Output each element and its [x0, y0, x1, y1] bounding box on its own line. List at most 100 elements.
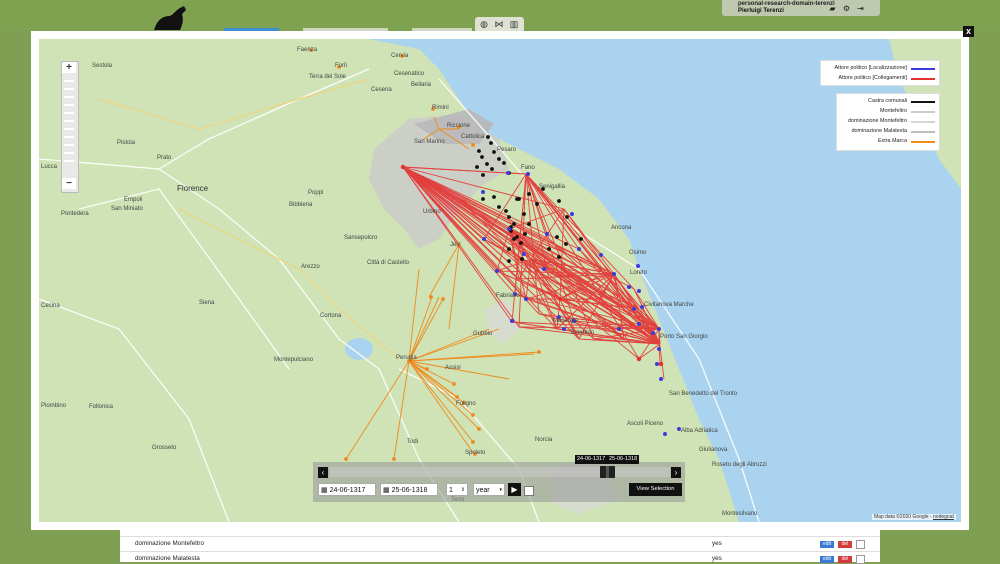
step-stepper[interactable]: 1 ⇕: [446, 483, 468, 496]
logo-icon[interactable]: [152, 4, 188, 30]
actor-dot[interactable]: [651, 331, 655, 335]
castrum-dot[interactable]: [523, 232, 527, 236]
chat-icon[interactable]: ▰: [828, 4, 837, 13]
castrum-dot[interactable]: [507, 247, 511, 251]
attribution-link[interactable]: nodegoat: [933, 514, 954, 520]
close-button[interactable]: x: [963, 26, 974, 37]
timeline-next-button[interactable]: ›: [671, 467, 681, 478]
castrum-dot[interactable]: [547, 247, 551, 251]
castrum-dot[interactable]: [535, 202, 539, 206]
timeline-track[interactable]: [330, 467, 670, 477]
actor-dot[interactable]: [524, 297, 528, 301]
stepper-arrows-icon[interactable]: ⇕: [461, 484, 465, 497]
actor-dot[interactable]: [542, 267, 546, 271]
extra-marca-dot[interactable]: [471, 413, 475, 417]
delete-button[interactable]: del: [838, 541, 852, 548]
actor-dot[interactable]: [612, 272, 616, 276]
castrum-dot[interactable]: [480, 155, 484, 159]
castrum-dot[interactable]: [557, 199, 561, 203]
extra-marca-dot[interactable]: [471, 143, 475, 147]
actor-dot[interactable]: [637, 289, 641, 293]
castrum-dot[interactable]: [579, 237, 583, 241]
actor-dot[interactable]: [659, 377, 663, 381]
actor-dot[interactable]: [655, 362, 659, 366]
castrum-dot[interactable]: [512, 237, 516, 241]
actor-dot[interactable]: [481, 190, 485, 194]
extra-marca-dot[interactable]: [452, 382, 456, 386]
castrum-dot[interactable]: [507, 259, 511, 263]
extra-marca-dot[interactable]: [477, 427, 481, 431]
actor-dot[interactable]: [617, 327, 621, 331]
castrum-dot[interactable]: [492, 150, 496, 154]
actor-dot[interactable]: [562, 327, 566, 331]
actor-dot[interactable]: [599, 253, 603, 257]
castrum-dot[interactable]: [507, 215, 511, 219]
castrum-dot[interactable]: [527, 222, 531, 226]
actor-dot[interactable]: [545, 232, 549, 236]
extra-marca-dot[interactable]: [537, 350, 541, 354]
castrum-dot[interactable]: [565, 215, 569, 219]
extra-marca-dot[interactable]: [471, 440, 475, 444]
castrum-dot[interactable]: [564, 242, 568, 246]
castrum-dot[interactable]: [477, 149, 481, 153]
actor-dot[interactable]: [657, 347, 661, 351]
globe-icon[interactable]: ◍: [478, 18, 490, 30]
castrum-dot[interactable]: [557, 255, 561, 259]
zoom-in-button[interactable]: +: [62, 62, 76, 73]
castrum-dot[interactable]: [520, 257, 524, 261]
actor-dot[interactable]: [658, 361, 664, 367]
castrum-dot[interactable]: [481, 173, 485, 177]
extra-marca-dot[interactable]: [455, 395, 459, 399]
actor-dot[interactable]: [570, 212, 574, 216]
extra-marca-dot[interactable]: [344, 457, 348, 461]
castrum-dot[interactable]: [555, 235, 559, 239]
castrum-dot[interactable]: [504, 209, 508, 213]
actor-dot[interactable]: [506, 171, 510, 175]
castrum-dot[interactable]: [497, 205, 501, 209]
map-canvas[interactable]: Faenza Forlì Cervia Cesenatico Bellaria Terra…: [39, 39, 961, 522]
chart-icon[interactable]: ▥: [508, 18, 520, 30]
actor-dot[interactable]: [522, 252, 526, 256]
view-selection-button[interactable]: View Selection: [629, 483, 682, 496]
castrum-dot[interactable]: [502, 161, 506, 165]
castrum-dot[interactable]: [497, 157, 501, 161]
castrum-dot[interactable]: [486, 135, 490, 139]
end-date-input[interactable]: ▦ 25-06-1318: [380, 483, 438, 496]
actor-dot[interactable]: [510, 319, 514, 323]
row-checkbox[interactable]: [856, 540, 865, 549]
actor-dot[interactable]: [632, 307, 636, 311]
actor-dot[interactable]: [526, 172, 530, 176]
extra-marca-dot[interactable]: [392, 457, 396, 461]
castrum-dot[interactable]: [485, 162, 489, 166]
actor-dot[interactable]: [495, 269, 499, 273]
castrum-dot[interactable]: [475, 165, 479, 169]
timeline-end-handle[interactable]: [609, 466, 615, 478]
actor-dot[interactable]: [636, 264, 640, 268]
castrum-dot[interactable]: [515, 197, 519, 201]
castrum-dot[interactable]: [489, 141, 493, 145]
zoom-out-button[interactable]: −: [62, 178, 76, 189]
castrum-dot[interactable]: [481, 197, 485, 201]
extra-marca-dot[interactable]: [441, 297, 445, 301]
actor-dot[interactable]: [482, 237, 486, 241]
actor-dot[interactable]: [507, 227, 511, 231]
timeline-prev-button[interactable]: ‹: [318, 467, 328, 478]
edit-button[interactable]: edit: [820, 541, 834, 548]
network-icon[interactable]: ⋈: [493, 18, 505, 30]
unit-select[interactable]: year ▾: [473, 483, 505, 496]
play-button[interactable]: ▶: [508, 483, 521, 496]
actor-dot[interactable]: [636, 356, 642, 362]
extra-marca-dot[interactable]: [425, 367, 429, 371]
actor-dot[interactable]: [577, 247, 581, 251]
extra-marca-dot[interactable]: [429, 295, 433, 299]
row-checkbox[interactable]: [856, 555, 865, 564]
castrum-dot[interactable]: [512, 222, 516, 226]
timeline-start-handle[interactable]: [600, 466, 606, 478]
actor-dot[interactable]: [627, 285, 631, 289]
start-date-input[interactable]: ▦ 24-06-1317: [318, 483, 376, 496]
gear-icon[interactable]: ⚙: [842, 4, 851, 13]
castrum-dot[interactable]: [522, 212, 526, 216]
castrum-dot[interactable]: [519, 241, 523, 245]
logout-icon[interactable]: ⇥: [856, 4, 865, 13]
actor-dot[interactable]: [557, 296, 563, 302]
